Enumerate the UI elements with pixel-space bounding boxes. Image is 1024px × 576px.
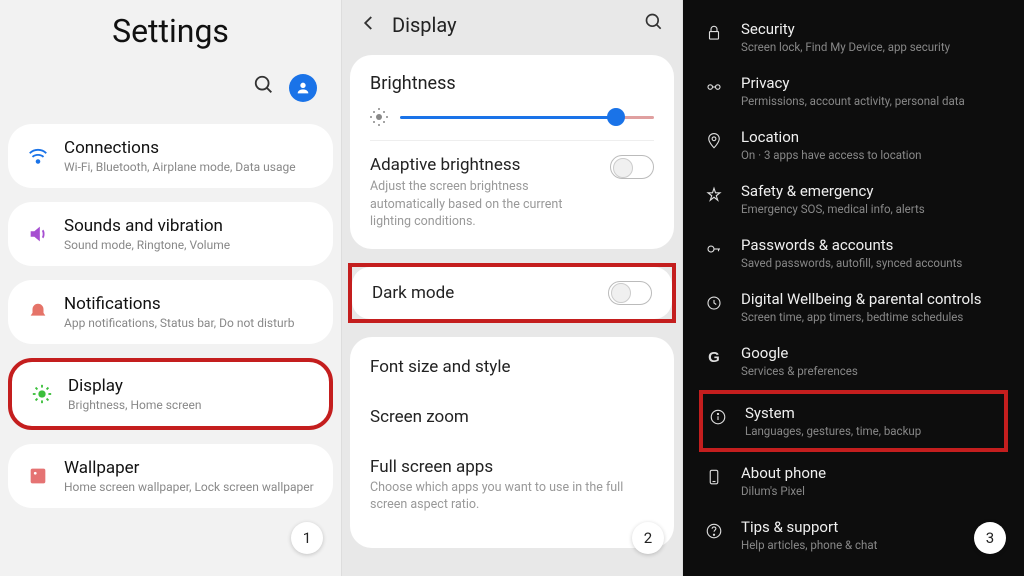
star-icon <box>703 184 725 206</box>
item-privacy[interactable]: PrivacyPermissions, account activity, pe… <box>683 64 1024 118</box>
settings-item-connections[interactable]: Connections Wi-Fi, Bluetooth, Airplane m… <box>8 124 333 188</box>
display-title: Display <box>392 13 630 37</box>
key-icon <box>703 238 725 260</box>
google-icon: G <box>703 346 725 368</box>
info-icon <box>707 406 729 428</box>
brightness-slider[interactable] <box>400 116 654 119</box>
search-icon[interactable] <box>253 74 275 102</box>
step-badge: 1 <box>291 522 323 554</box>
item-passwords[interactable]: Passwords & accountsSaved passwords, aut… <box>683 226 1024 280</box>
item-text: Notifications App notifications, Status … <box>64 294 294 330</box>
pixel-list: SecurityScreen lock, Find My Device, app… <box>683 0 1024 562</box>
dark-mode-highlight: Dark mode <box>348 263 676 323</box>
step-badge: 3 <box>974 522 1006 554</box>
dark-mode-toggle[interactable] <box>608 281 652 305</box>
item-text: Sounds and vibration Sound mode, Rington… <box>64 216 230 252</box>
brightness-card: Brightness Adaptive brightness Adjust th… <box>350 55 674 249</box>
display-screen: Display Brightness Adaptive brightness A… <box>341 0 683 576</box>
font-size-item[interactable]: Font size and style <box>370 343 654 393</box>
item-google[interactable]: G GoogleServices & preferences <box>683 334 1024 388</box>
pixel-settings-screen: SecurityScreen lock, Find My Device, app… <box>683 0 1024 576</box>
item-safety[interactable]: Safety & emergencyEmergency SOS, medical… <box>683 172 1024 226</box>
brightness-low-icon <box>370 108 388 126</box>
full-screen-apps-item[interactable]: Full screen apps Choose which apps you w… <box>370 443 654 528</box>
step-badge: 2 <box>632 522 664 554</box>
settings-item-wallpaper[interactable]: Wallpaper Home screen wallpaper, Lock sc… <box>8 444 333 508</box>
back-icon[interactable] <box>360 13 378 37</box>
adaptive-brightness-row[interactable]: Adaptive brightness Adjust the screen br… <box>370 140 654 231</box>
adaptive-text: Adaptive brightness Adjust the screen br… <box>370 155 600 231</box>
display-header: Display <box>342 0 682 55</box>
item-wellbeing[interactable]: Digital Wellbeing & parental controlsScr… <box>683 280 1024 334</box>
item-about[interactable]: About phoneDilum's Pixel <box>683 454 1024 508</box>
bell-icon <box>26 300 50 324</box>
settings-item-display[interactable]: Display Brightness, Home screen <box>8 358 333 430</box>
privacy-icon <box>703 76 725 98</box>
search-icon[interactable] <box>644 12 664 37</box>
item-location[interactable]: LocationOn · 3 apps have access to locat… <box>683 118 1024 172</box>
profile-avatar[interactable] <box>289 74 317 102</box>
item-security[interactable]: SecurityScreen lock, Find My Device, app… <box>683 10 1024 64</box>
settings-item-notifications[interactable]: Notifications App notifications, Status … <box>8 280 333 344</box>
item-text: Display Brightness, Home screen <box>68 376 202 412</box>
item-tips[interactable]: Tips & supportHelp articles, phone & cha… <box>683 508 1024 562</box>
system-highlight: SystemLanguages, gestures, time, backup <box>699 390 1008 452</box>
wellbeing-icon <box>703 292 725 314</box>
display-options-list: Font size and style Screen zoom Full scr… <box>350 337 674 548</box>
page-title: Settings <box>0 0 341 74</box>
settings-item-sounds[interactable]: Sounds and vibration Sound mode, Rington… <box>8 202 333 266</box>
help-icon <box>703 520 725 542</box>
item-system[interactable]: SystemLanguages, gestures, time, backup <box>707 400 1000 442</box>
brightness-header: Brightness <box>370 73 654 94</box>
wallpaper-icon <box>26 464 50 488</box>
brightness-row <box>370 108 654 126</box>
item-text: Connections Wi-Fi, Bluetooth, Airplane m… <box>64 138 296 174</box>
wifi-icon <box>26 144 50 168</box>
pin-icon <box>703 130 725 152</box>
phone-icon <box>703 466 725 488</box>
settings-screen: Settings Connections Wi-Fi, Bluetooth, A… <box>0 0 341 576</box>
adaptive-toggle[interactable] <box>610 155 654 179</box>
brightness-icon <box>30 382 54 406</box>
lock-icon <box>703 22 725 44</box>
screen-zoom-item[interactable]: Screen zoom <box>370 393 654 443</box>
dark-mode-row[interactable]: Dark mode <box>352 267 672 319</box>
dark-mode-label: Dark mode <box>372 283 454 303</box>
item-text: Wallpaper Home screen wallpaper, Lock sc… <box>64 458 314 494</box>
header-actions <box>0 74 341 124</box>
sound-icon <box>26 222 50 246</box>
